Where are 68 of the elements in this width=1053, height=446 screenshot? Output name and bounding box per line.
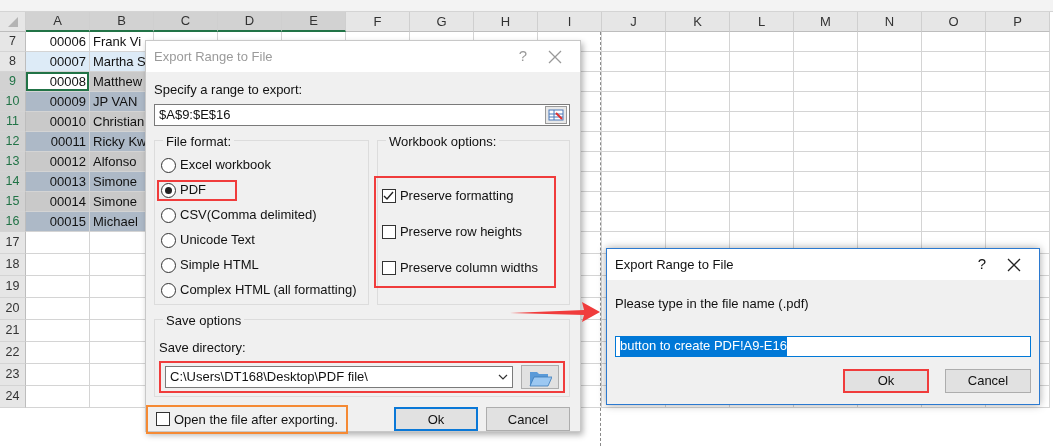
row-header[interactable]: 14 — [0, 172, 26, 192]
column-header[interactable]: D — [218, 12, 282, 32]
checkbox-option[interactable]: Preserve row heights — [381, 221, 548, 242]
window-title: Export Range to File — [154, 47, 274, 66]
table-cell[interactable]: 00006 — [26, 32, 90, 52]
column-header[interactable]: A — [26, 12, 90, 32]
row-header[interactable]: 17 — [0, 232, 26, 254]
row-header[interactable]: 11 — [0, 112, 26, 132]
column-header[interactable]: H — [474, 12, 538, 32]
table-cell[interactable]: 00015 — [26, 212, 90, 232]
column-header[interactable]: F — [346, 12, 410, 32]
column-header[interactable]: G — [410, 12, 474, 32]
column-header[interactable]: K — [666, 12, 730, 32]
cancel-button[interactable]: Cancel — [945, 368, 1031, 393]
row-header[interactable]: 9 — [0, 72, 26, 92]
column-header[interactable]: E — [282, 12, 346, 32]
table-cell[interactable]: 00014 — [26, 192, 90, 212]
column-header[interactable]: J — [602, 12, 666, 32]
range-field[interactable]: $A$9:$E$16 — [154, 103, 570, 126]
radio-option[interactable]: Complex HTML (all formatting) — [159, 279, 359, 301]
radio-option[interactable]: PDF — [157, 179, 237, 201]
table-cell[interactable]: 00011 — [26, 132, 90, 152]
window-title: Export Range to File — [615, 255, 735, 274]
column-header[interactable]: I — [538, 12, 602, 32]
row-header[interactable]: 10 — [0, 92, 26, 112]
table-cell[interactable]: 00010 — [26, 112, 90, 132]
radio-option[interactable]: Excel workbook — [159, 154, 274, 176]
ok-button[interactable]: Ok — [843, 368, 929, 393]
cancel-button[interactable]: Cancel — [486, 407, 570, 432]
file-name-field[interactable]: button to create PDF!A9-E16 — [615, 335, 1031, 357]
row-header[interactable]: 19 — [0, 276, 26, 298]
field-label: Save directory: — [159, 338, 247, 357]
table-cell[interactable]: 00009 — [26, 92, 90, 112]
table-cell[interactable]: 00007 — [26, 52, 90, 72]
column-header[interactable]: M — [794, 12, 858, 32]
column-header[interactable]: O — [922, 12, 986, 32]
row-header[interactable]: 8 — [0, 52, 26, 72]
row-header[interactable]: 20 — [0, 298, 26, 320]
table-cell[interactable]: 00012 — [26, 152, 90, 172]
checkbox-option[interactable]: Preserve column widths — [381, 257, 548, 278]
radio-option[interactable]: Simple HTML — [159, 254, 261, 276]
column-header[interactable]: L — [730, 12, 794, 32]
row-header[interactable]: 12 — [0, 132, 26, 152]
row-header[interactable]: 16 — [0, 212, 26, 232]
radio-option[interactable]: Unicode Text — [159, 229, 257, 251]
row-header[interactable]: 7 — [0, 32, 26, 52]
field-label: Specify a range to export: — [154, 81, 304, 99]
checkbox-option[interactable]: Preserve formatting — [381, 185, 548, 206]
table-cell[interactable]: 00008 — [26, 72, 90, 92]
column-header[interactable]: P — [986, 12, 1050, 32]
column-header[interactable]: N — [858, 12, 922, 32]
radio-option[interactable]: CSV(Comma delimited) — [159, 204, 319, 226]
row-header[interactable]: 21 — [0, 320, 26, 342]
row-header[interactable]: 23 — [0, 364, 26, 386]
prompt-text: Please type in the file name (.pdf) — [615, 295, 809, 313]
help-button[interactable]: ? — [967, 253, 997, 276]
checkbox-option[interactable]: Open the file after exporting. — [146, 404, 349, 434]
row-header[interactable]: 13 — [0, 152, 26, 172]
table-cell[interactable]: Frank Vi — [90, 32, 154, 52]
row-header[interactable]: 18 — [0, 254, 26, 276]
row-header[interactable]: 22 — [0, 342, 26, 364]
column-header[interactable]: C — [154, 12, 218, 32]
ok-button[interactable]: Ok — [394, 407, 478, 432]
directory-dropdown[interactable]: C:\Users\DT168\Desktop\PDF file\ — [165, 366, 513, 388]
row-header[interactable]: 15 — [0, 192, 26, 212]
table-cell[interactable]: 00013 — [26, 172, 90, 192]
column-header[interactable]: B — [90, 12, 154, 32]
row-header[interactable]: 24 — [0, 386, 26, 408]
